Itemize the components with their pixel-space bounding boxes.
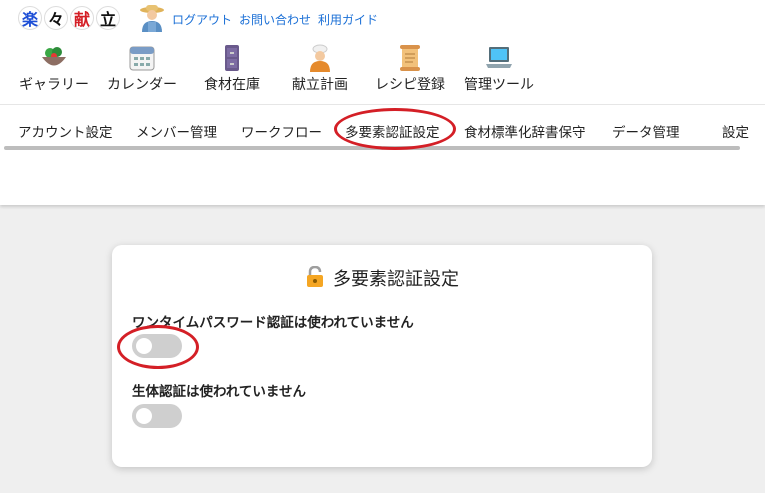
card-title: 多要素認証設定 (112, 265, 652, 291)
guide-link[interactable]: 利用ガイド (318, 11, 378, 28)
tab-ingredient-dictionary[interactable]: 食材標準化辞書保守 (464, 121, 586, 141)
tab-member-management[interactable]: メンバー管理 (136, 121, 217, 141)
bio-status-label: 生体認証は使われていません (132, 384, 307, 400)
logo-char: 立 (96, 6, 120, 30)
laptop-icon (486, 47, 512, 68)
main-nav: ギャラリー カレンダー 食材在庫 献立計画 レシピ登録 管理ツール (0, 44, 765, 96)
salad-bowl-icon (42, 47, 66, 66)
nav-gallery[interactable]: ギャラリー (18, 44, 90, 94)
nav-recipe-label: レシピ登録 (375, 77, 445, 93)
cook-icon (310, 44, 330, 72)
tab-account-settings[interactable]: アカウント設定 (18, 121, 113, 141)
logo-char: 々 (44, 6, 68, 30)
nav-recipe[interactable]: レシピ登録 (372, 44, 448, 94)
nav-calendar-label: カレンダー (107, 77, 177, 93)
header: 楽 々 献 立 ログアウト お問い合わせ 利用ガイド ギャラリー カレンダー 食… (0, 0, 765, 205)
nav-admin[interactable]: 管理ツール (462, 44, 536, 94)
app-logo[interactable]: 楽 々 献 立 (18, 6, 120, 30)
nav-stock[interactable]: 食材在庫 (200, 44, 264, 94)
tab-workflow[interactable]: ワークフロー (241, 121, 322, 141)
calendar-icon (129, 46, 155, 71)
bio-toggle[interactable] (132, 404, 182, 428)
lock-icon (307, 266, 323, 287)
farmer-avatar-icon (140, 5, 164, 32)
nav-gallery-label: ギャラリー (19, 77, 89, 93)
nav-stock-label: 食材在庫 (204, 77, 260, 93)
scroll-icon (400, 45, 420, 71)
tab-data-management[interactable]: データ管理 (612, 121, 680, 141)
toggle-knob (136, 408, 152, 424)
logo-char: 献 (70, 6, 94, 30)
annotation-circle (334, 108, 456, 150)
annotation-circle (117, 325, 199, 369)
cabinet-icon (225, 45, 239, 71)
logo-char: 楽 (18, 6, 42, 30)
logout-link[interactable]: ログアウト (172, 11, 232, 28)
tab-settings[interactable]: 設定 (722, 121, 749, 141)
nav-plan-label: 献立計画 (292, 77, 348, 93)
nav-plan[interactable]: 献立計画 (288, 44, 352, 94)
contact-link[interactable]: お問い合わせ (239, 11, 311, 28)
card-title-text: 多要素認証設定 (333, 269, 459, 290)
nav-admin-label: 管理ツール (464, 77, 534, 93)
nav-calendar[interactable]: カレンダー (104, 44, 180, 94)
top-links: ログアウト お問い合わせ 利用ガイド (172, 11, 378, 28)
nav-divider (0, 104, 765, 105)
